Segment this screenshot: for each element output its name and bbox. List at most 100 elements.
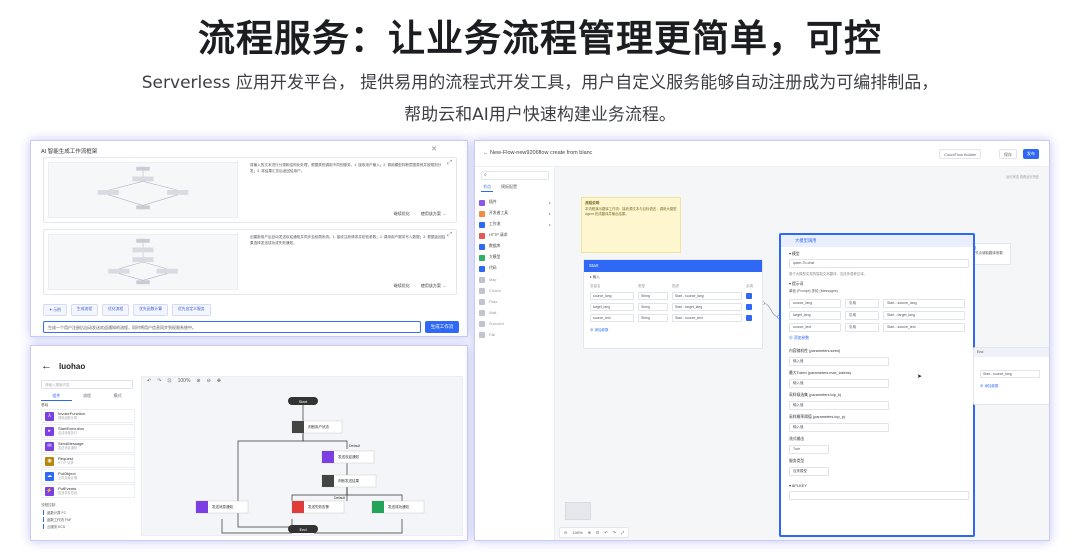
param-input[interactable]: 输入值 bbox=[789, 401, 889, 410]
pan-icon[interactable]: ✥ bbox=[217, 378, 221, 384]
node-type-item[interactable]: Choice bbox=[479, 285, 551, 296]
add-param-button[interactable]: ⊕ 添加参数 bbox=[590, 328, 608, 333]
use-proposal-button[interactable]: 使用该方案 → bbox=[421, 283, 446, 288]
prompt-tag[interactable]: 优化流程 bbox=[102, 304, 130, 316]
node-type-item[interactable]: Pass bbox=[479, 296, 551, 307]
use-proposal-button[interactable]: 使用该方案 → bbox=[421, 211, 446, 216]
undo-icon[interactable]: ↶ bbox=[604, 530, 607, 535]
fit-icon[interactable]: ⊡ bbox=[596, 530, 599, 535]
prompt-tag[interactable]: 生成流程 bbox=[70, 304, 99, 316]
publish-button[interactable]: 发布 bbox=[1023, 149, 1039, 159]
prompt-mode-radio[interactable]: 单轮 (Prompt) 多轮 (Messages) bbox=[789, 289, 838, 294]
workflow-title[interactable]: ← New-Flow-new9206flow create from blanc bbox=[483, 150, 592, 156]
node-type-item[interactable]: 代码 bbox=[479, 263, 551, 274]
node-type-item[interactable]: 插件 ▸ bbox=[479, 197, 551, 208]
expand-icon[interactable]: ⤢ bbox=[447, 232, 452, 239]
prompt-var-type[interactable]: 引用 bbox=[845, 299, 879, 308]
prompt-var-ref[interactable]: Start - target_lang bbox=[883, 311, 965, 320]
prompt-var-type[interactable]: 引用 bbox=[845, 323, 879, 332]
prompt-var-ref[interactable]: Start - source_text bbox=[883, 323, 965, 332]
node-type-item[interactable]: Fail bbox=[479, 329, 551, 340]
node-type-item[interactable]: HTTP 请求 bbox=[479, 230, 551, 241]
node-type-item[interactable]: 工作流 ▸ bbox=[479, 219, 551, 230]
param-desc-field[interactable]: Start - target_lang bbox=[672, 303, 742, 311]
param-name-field[interactable]: target_lang bbox=[590, 303, 634, 311]
component-item[interactable]: ▸ StartExecution 启动流程执行 bbox=[41, 424, 135, 438]
prompt-tag[interactable]: 优先函数计算 bbox=[133, 304, 168, 316]
param-desc-field[interactable]: Start - source_lang bbox=[672, 292, 742, 300]
category-item[interactable]: 云服务 ECS bbox=[43, 524, 65, 529]
close-icon[interactable]: ✕ bbox=[431, 145, 437, 153]
zoom-level[interactable]: 100% bbox=[178, 378, 191, 384]
builder-selector[interactable]: CloudFlow Builder bbox=[939, 149, 982, 159]
param-name-field[interactable]: source_text bbox=[590, 314, 634, 322]
fullscreen-icon[interactable]: ⤢ bbox=[621, 530, 624, 535]
model-select[interactable]: qwen-7b-chat bbox=[789, 259, 969, 268]
tab-components[interactable]: 组件 bbox=[41, 392, 72, 401]
start-node[interactable]: Start ▸ 输入 变量名 类型 描述 必填 source_lang Stri… bbox=[583, 259, 763, 349]
category-item[interactable]: 函数计算 FC bbox=[43, 510, 66, 515]
save-button[interactable]: 保存 bbox=[999, 149, 1017, 159]
api-key-input[interactable] bbox=[789, 491, 969, 500]
sticky-note[interactable]: 流程说明 本流程演示翻译工作流：接收源文本与目标语言，调用大模型 Agent 完… bbox=[581, 197, 681, 253]
expand-icon[interactable]: ⤢ bbox=[447, 160, 452, 167]
optimize-button[interactable]: 继续优化 bbox=[394, 211, 410, 216]
undo-icon[interactable]: ↶ bbox=[147, 378, 151, 384]
fit-icon[interactable]: ⊡ bbox=[167, 378, 171, 384]
prompt-tag[interactable]: ✦ 示例 bbox=[43, 304, 67, 316]
component-item[interactable]: λ InvokeFunction 调用函数计算 bbox=[41, 409, 135, 423]
component-search-input[interactable]: 请输入搜索内容 bbox=[41, 380, 133, 389]
component-item[interactable]: ☁ PutObject 上传对象存储 bbox=[41, 469, 135, 483]
param-type-select[interactable]: String bbox=[638, 292, 668, 300]
tab-nodes[interactable]: 节点 bbox=[481, 183, 493, 192]
prompt-var-type[interactable]: 引用 bbox=[845, 311, 879, 320]
add-param-button[interactable]: ⊕ 添加参数 bbox=[980, 384, 998, 389]
run-status-links[interactable]: 运行状态 查看运行历史 bbox=[1006, 174, 1039, 179]
search-icon[interactable]: ⌕ bbox=[481, 171, 549, 180]
output-ref-field[interactable]: Start - source_lang bbox=[980, 370, 1040, 378]
add-param-button[interactable]: ⊕ 添加参数 bbox=[789, 336, 809, 341]
required-checkbox[interactable] bbox=[746, 293, 752, 299]
redo-icon[interactable]: ↷ bbox=[613, 530, 616, 535]
required-checkbox[interactable] bbox=[746, 304, 752, 310]
node-type-item[interactable]: Succeed bbox=[479, 318, 551, 329]
param-input[interactable]: 输入值 bbox=[789, 379, 889, 388]
canvas-minimap[interactable] bbox=[565, 502, 591, 520]
tab-patterns[interactable]: 模式 bbox=[102, 392, 133, 401]
service-type-select[interactable]: 百炼模型 bbox=[789, 467, 829, 476]
tab-templates[interactable]: 模板配置 bbox=[499, 183, 519, 192]
zoom-in-icon[interactable]: ⊕ bbox=[588, 530, 591, 535]
param-type-select[interactable]: String bbox=[638, 314, 668, 322]
tab-flows[interactable]: 流程 bbox=[72, 392, 103, 401]
node-type-item[interactable]: 开发者工具 ▸ bbox=[479, 208, 551, 219]
param-input[interactable]: 输入值 bbox=[789, 423, 889, 432]
llm-node[interactable]: 大模型调用 ▾ 模型 qwen-7b-chat 基于大模型实现的智能文本翻译，支… bbox=[779, 233, 975, 537]
flow-canvas[interactable]: Start 判断用户状态 Default 发送欢迎通知 判断发送结果 Defau… bbox=[141, 376, 463, 536]
node-type-item[interactable]: Wait bbox=[479, 307, 551, 318]
prompt-var-name[interactable]: source_text bbox=[789, 323, 841, 332]
node-type-item[interactable]: 大模型 bbox=[479, 252, 551, 263]
prompt-var-ref[interactable]: Start - source_lang bbox=[883, 299, 965, 308]
builder-canvas[interactable]: 运行状态 查看运行历史 流程说明 本流程演示翻译工作流：接收源文本与目标语言，调… bbox=[555, 167, 1049, 540]
param-name-field[interactable]: source_lang bbox=[590, 292, 634, 300]
node-type-item[interactable]: Map bbox=[479, 274, 551, 285]
optimize-button[interactable]: 继续优化 bbox=[394, 283, 410, 288]
param-desc-field[interactable]: Start - source_text bbox=[672, 314, 742, 322]
required-checkbox[interactable] bbox=[746, 315, 752, 321]
stream-select[interactable]: True bbox=[789, 445, 829, 454]
param-input[interactable]: 输入值 bbox=[789, 357, 889, 366]
component-item[interactable]: ✉ SendMessage 发送消息通知 bbox=[41, 439, 135, 453]
end-node[interactable]: End Start - source_lang ⊕ 添加参数 bbox=[973, 347, 1049, 405]
back-arrow-icon[interactable]: ← bbox=[41, 360, 52, 372]
redo-icon[interactable]: ↷ bbox=[157, 378, 161, 384]
prompt-tag[interactable]: 优先自定义服务 bbox=[172, 304, 211, 316]
zoom-out-icon[interactable]: ⊖ bbox=[207, 378, 211, 384]
prompt-var-name[interactable]: source_lang bbox=[789, 299, 841, 308]
component-item[interactable]: ◉ Request HTTP 请求 bbox=[41, 454, 135, 468]
generate-workflow-button[interactable]: 生成工作流 bbox=[425, 321, 459, 333]
node-type-item[interactable]: 数据库 bbox=[479, 241, 551, 252]
prompt-input[interactable]: 生成一个用户注册后自动发送欢迎通知的流程，同时将用户信息同步到权限系统中。 bbox=[43, 321, 421, 333]
zoom-out-icon[interactable]: ⊖ bbox=[564, 530, 567, 535]
prompt-var-name[interactable]: target_lang bbox=[789, 311, 841, 320]
category-item[interactable]: 函数工作流 FNF bbox=[43, 517, 72, 522]
